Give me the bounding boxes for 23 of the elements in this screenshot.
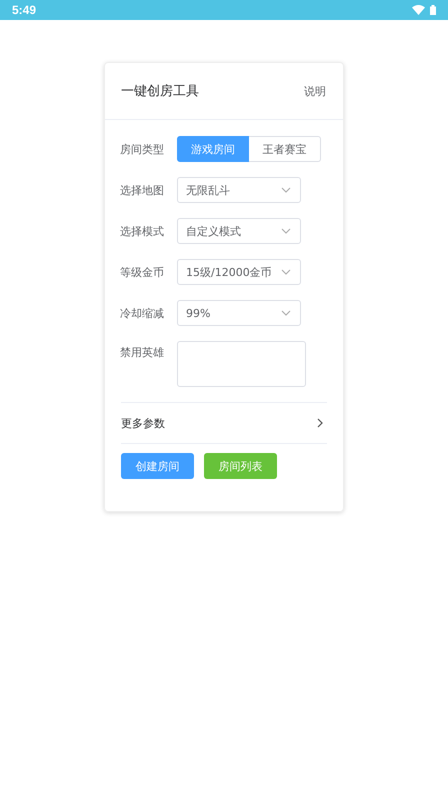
caret-icon xyxy=(281,187,291,193)
chevron-right-icon xyxy=(317,418,323,428)
dropdown-field[interactable]: 自定义模式 xyxy=(177,218,301,244)
more-params-row[interactable]: 更多参数 xyxy=(121,402,327,444)
field-label: 房间类型 xyxy=(120,142,165,156)
field-label: 等级金币 xyxy=(120,264,165,280)
dropdown-field[interactable]: 99% xyxy=(177,300,301,326)
wifi-icon xyxy=(412,5,425,15)
caret-icon xyxy=(281,228,291,234)
help-link[interactable]: 说明 xyxy=(304,84,326,98)
caret-icon xyxy=(281,310,291,316)
card-title: 一键创房工具 xyxy=(121,83,199,100)
field-label: 禁用英雄 xyxy=(120,345,165,360)
segment-tab[interactable]: 王者赛宝 xyxy=(249,136,321,162)
dropdown-field[interactable]: 15级/12000金币 xyxy=(177,259,301,285)
caret-icon xyxy=(281,269,291,275)
status-time: 5:49 xyxy=(12,3,36,17)
field-label: 冷却缩减 xyxy=(120,306,165,320)
text-area[interactable] xyxy=(177,341,306,387)
dropdown-field[interactable]: 无限乱斗 xyxy=(177,177,301,203)
field-label: 选择模式 xyxy=(120,224,165,238)
battery-icon xyxy=(430,5,436,15)
field-label: 选择地图 xyxy=(120,182,165,198)
